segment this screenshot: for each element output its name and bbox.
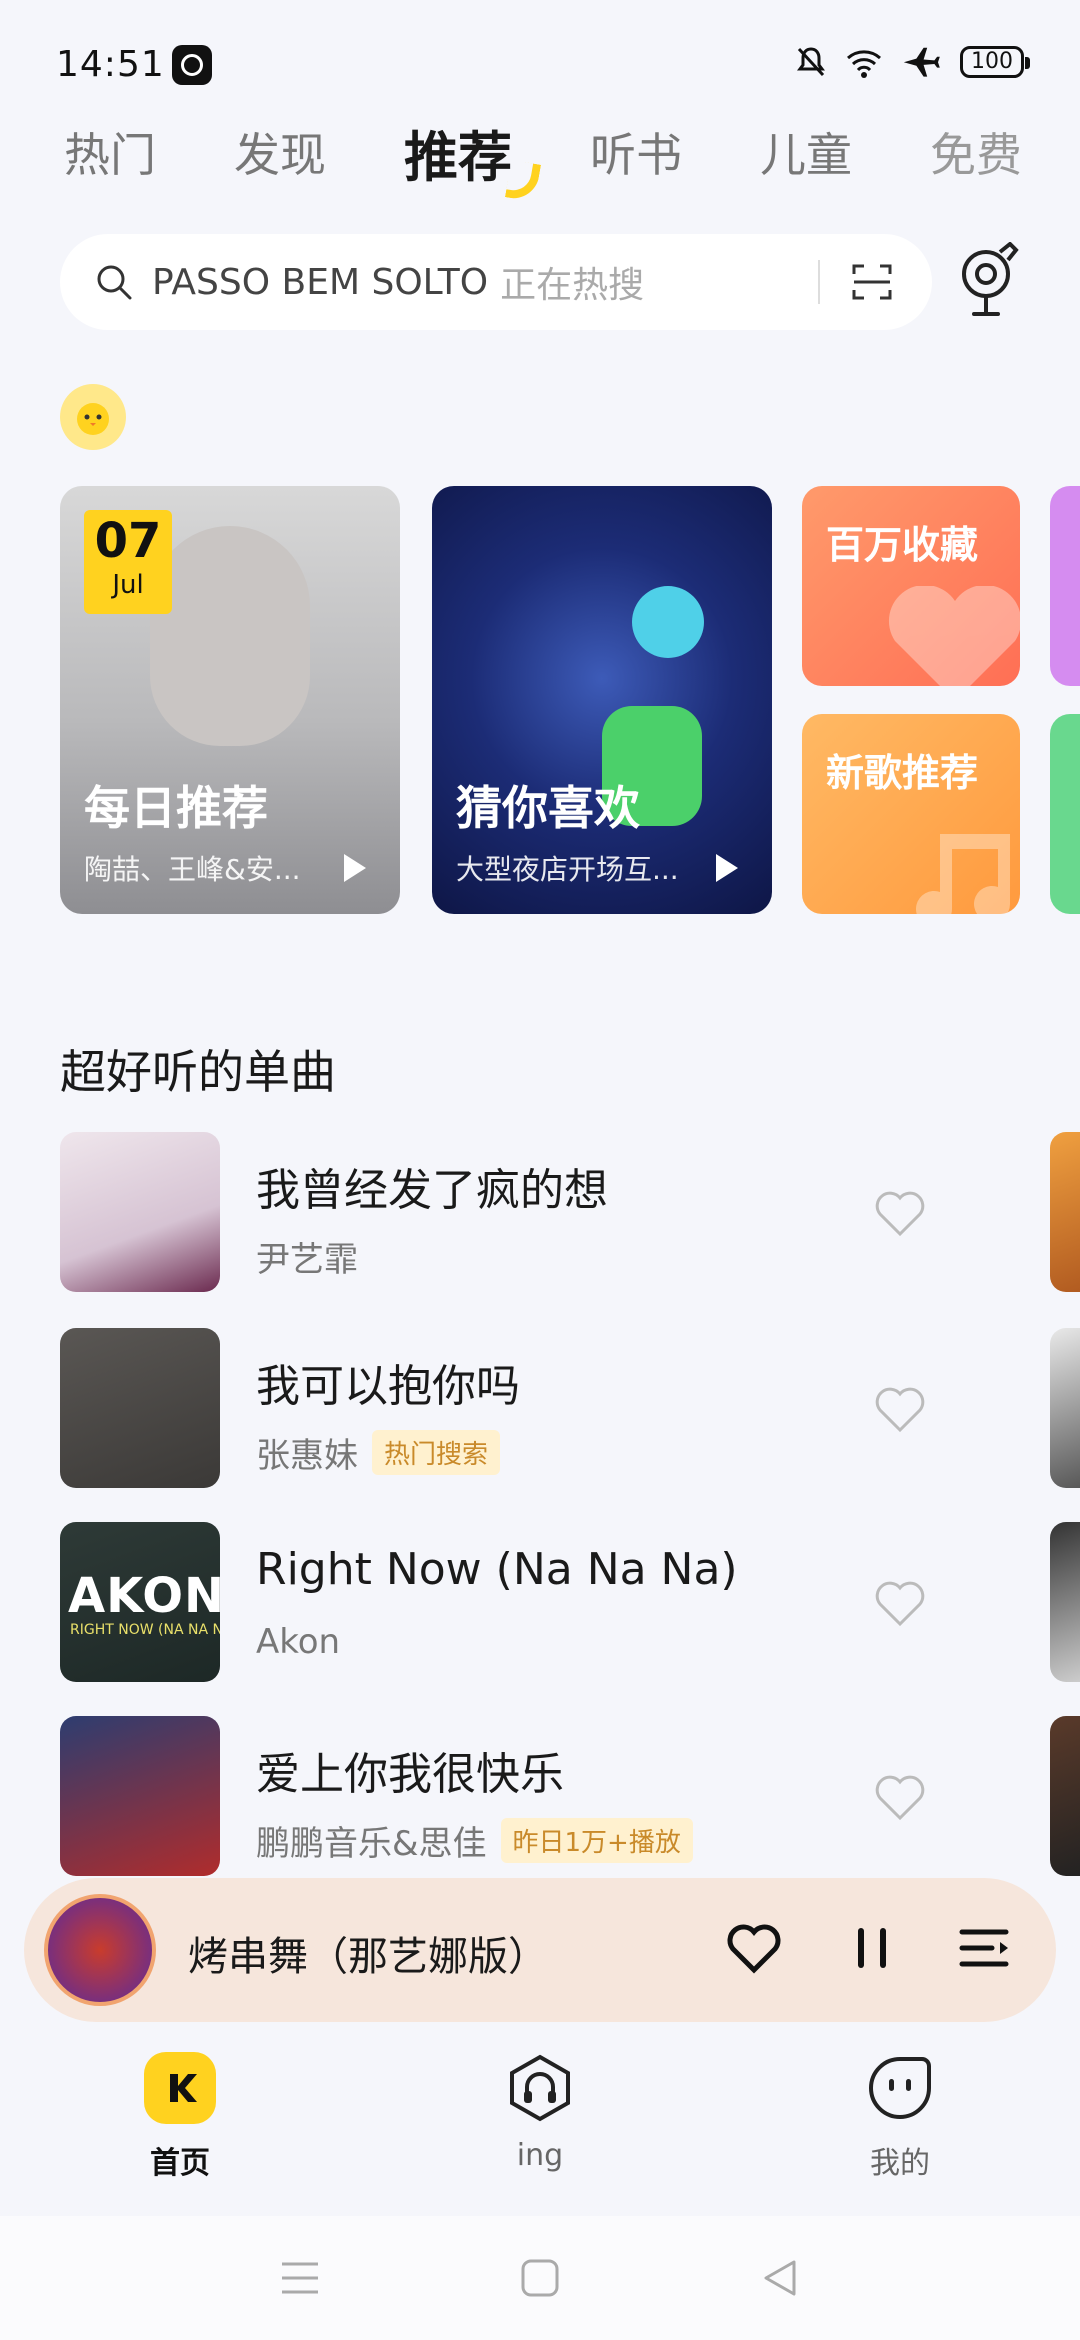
heart-icon[interactable] bbox=[872, 1770, 928, 1822]
next-cover-peek[interactable] bbox=[1050, 1132, 1080, 1292]
nav-label: ing bbox=[516, 2138, 564, 2173]
now-playing-cover[interactable] bbox=[44, 1894, 156, 2006]
song-meta: 尹艺霏 bbox=[256, 1232, 358, 1281]
search-hint: 正在热搜 bbox=[500, 265, 645, 306]
music-note-icon bbox=[916, 834, 1010, 914]
tab-discover[interactable]: 发现 bbox=[234, 119, 326, 185]
menu-icon[interactable] bbox=[280, 2260, 320, 2296]
singer-figure bbox=[632, 586, 704, 658]
bottom-navigation: 首页 ing 我的 bbox=[0, 2040, 1080, 2210]
song-row[interactable]: 我曾经发了疯的想 尹艺霏 bbox=[60, 1132, 960, 1292]
heart-icon[interactable] bbox=[872, 1576, 928, 1628]
cover-text: AKON bbox=[68, 1568, 220, 1624]
nav-home[interactable]: 首页 bbox=[0, 2040, 360, 2210]
song-artist: Akon bbox=[256, 1622, 341, 1662]
search-icon bbox=[97, 265, 132, 300]
now-playing-title: 烤串舞（那艺娜版） bbox=[188, 1934, 548, 1980]
next-cover-peek[interactable] bbox=[1050, 1328, 1080, 1488]
song-meta: 鹏鹏音乐&思佳 昨日1万+播放 bbox=[256, 1816, 693, 1865]
mute-bell-icon bbox=[797, 47, 825, 77]
tab-kids[interactable]: 儿童 bbox=[760, 119, 852, 185]
album-cover bbox=[60, 1328, 220, 1488]
new-songs-card[interactable]: 新歌推荐 bbox=[802, 714, 1020, 914]
mini-player[interactable]: 烤串舞（那艺娜版） bbox=[24, 1878, 1056, 2022]
card-title: 新歌推荐 bbox=[826, 751, 979, 795]
song-row[interactable]: 我可以抱你吗 张惠妹 热门搜索 bbox=[60, 1328, 960, 1488]
song-tag: 热门搜索 bbox=[372, 1430, 501, 1475]
status-icons: 100 bbox=[796, 46, 1030, 78]
nav-label: 我的 bbox=[870, 2146, 930, 2181]
next-card-peek[interactable] bbox=[1050, 714, 1080, 914]
song-title: Right Now (Na Na Na) bbox=[256, 1544, 738, 1595]
cover-subtext: RIGHT NOW (NA NA NA) bbox=[70, 1622, 220, 1638]
date-day: 07 bbox=[94, 513, 162, 569]
mascot-avatar[interactable] bbox=[60, 384, 126, 450]
tab-recommend[interactable]: 推荐 bbox=[404, 113, 512, 192]
heart-icon[interactable] bbox=[724, 1918, 784, 1978]
section-title: 超好听的单曲 bbox=[60, 1045, 336, 1099]
chick-icon bbox=[77, 403, 109, 435]
album-cover bbox=[60, 1132, 220, 1292]
nav-me[interactable]: 我的 bbox=[720, 2040, 1080, 2210]
wifi-icon bbox=[847, 50, 881, 78]
tab-free[interactable]: 免费 bbox=[930, 119, 1022, 185]
heart-icon[interactable] bbox=[872, 1186, 928, 1238]
song-artist: 张惠妹 bbox=[256, 1436, 358, 1476]
date-badge: 07 Jul bbox=[84, 510, 172, 614]
million-favorites-card[interactable]: 百万收藏 bbox=[802, 486, 1020, 686]
headphones-icon bbox=[504, 2052, 576, 2124]
nav-ing[interactable]: ing bbox=[360, 2040, 720, 2210]
back-icon[interactable] bbox=[760, 2258, 800, 2298]
date-month: Jul bbox=[112, 570, 144, 600]
profile-face-icon bbox=[864, 2052, 936, 2124]
song-meta: Akon bbox=[256, 1622, 340, 1662]
song-artist: 鹏鹏音乐&思佳 bbox=[256, 1824, 487, 1864]
album-cover: AKON RIGHT NOW (NA NA NA) bbox=[60, 1522, 220, 1682]
song-meta: 张惠妹 热门搜索 bbox=[256, 1428, 501, 1477]
tab-audiobook[interactable]: 听书 bbox=[590, 119, 682, 185]
home-square-icon[interactable] bbox=[520, 2258, 560, 2298]
card-subtitle: 大型夜店开场互... bbox=[456, 853, 679, 886]
next-card-peek[interactable] bbox=[1050, 486, 1080, 686]
cover-portrait bbox=[150, 526, 310, 746]
system-navigation-bar bbox=[0, 2216, 1080, 2340]
song-tag: 昨日1万+播放 bbox=[500, 1818, 693, 1863]
card-subtitle: 陶喆、王峰&安... bbox=[84, 853, 301, 886]
app-notification-icon bbox=[172, 45, 212, 85]
heart-icon bbox=[888, 586, 1020, 686]
scan-icon[interactable] bbox=[850, 260, 894, 304]
nav-label: 首页 bbox=[150, 2146, 210, 2181]
song-title: 爱上你我很快乐 bbox=[256, 1749, 564, 1800]
home-logo-icon bbox=[144, 2052, 216, 2124]
song-title: 我可以抱你吗 bbox=[256, 1361, 520, 1412]
pause-icon[interactable] bbox=[842, 1918, 902, 1978]
song-artist: 尹艺霏 bbox=[256, 1240, 358, 1280]
song-row[interactable]: 爱上你我很快乐 鹏鹏音乐&思佳 昨日1万+播放 bbox=[60, 1716, 960, 1876]
tab-hot[interactable]: 热门 bbox=[64, 119, 156, 185]
card-title: 每日推荐 bbox=[84, 781, 268, 835]
play-icon[interactable] bbox=[716, 854, 738, 882]
daily-recommend-card[interactable]: 07 Jul 每日推荐 陶喆、王峰&安... bbox=[60, 486, 400, 914]
guess-you-like-card[interactable]: 猜你喜欢 大型夜店开场互... bbox=[432, 486, 772, 914]
card-title: 百万收藏 bbox=[826, 523, 979, 567]
heart-icon[interactable] bbox=[872, 1382, 928, 1434]
karaoke-mic-icon[interactable] bbox=[956, 242, 1026, 322]
album-cover bbox=[60, 1716, 220, 1876]
search-divider bbox=[818, 260, 820, 304]
card-title: 猜你喜欢 bbox=[456, 781, 640, 835]
status-time: 14:51 bbox=[56, 44, 165, 85]
next-cover-peek[interactable] bbox=[1050, 1522, 1080, 1682]
search-query: PASSO BEM SOLTO bbox=[152, 261, 489, 303]
search-bar[interactable]: PASSO BEM SOLTO 正在热搜 bbox=[60, 234, 932, 330]
category-tabs: 热门 发现 推荐 听书 儿童 免费 bbox=[64, 112, 1080, 192]
song-row[interactable]: AKON RIGHT NOW (NA NA NA) Right Now (Na … bbox=[60, 1522, 960, 1682]
battery-indicator: 100 bbox=[960, 46, 1030, 78]
playlist-icon[interactable] bbox=[954, 1918, 1014, 1978]
airplane-icon bbox=[903, 47, 940, 77]
play-icon[interactable] bbox=[344, 854, 366, 882]
song-title: 我曾经发了疯的想 bbox=[256, 1165, 608, 1216]
next-cover-peek[interactable] bbox=[1050, 1716, 1080, 1876]
